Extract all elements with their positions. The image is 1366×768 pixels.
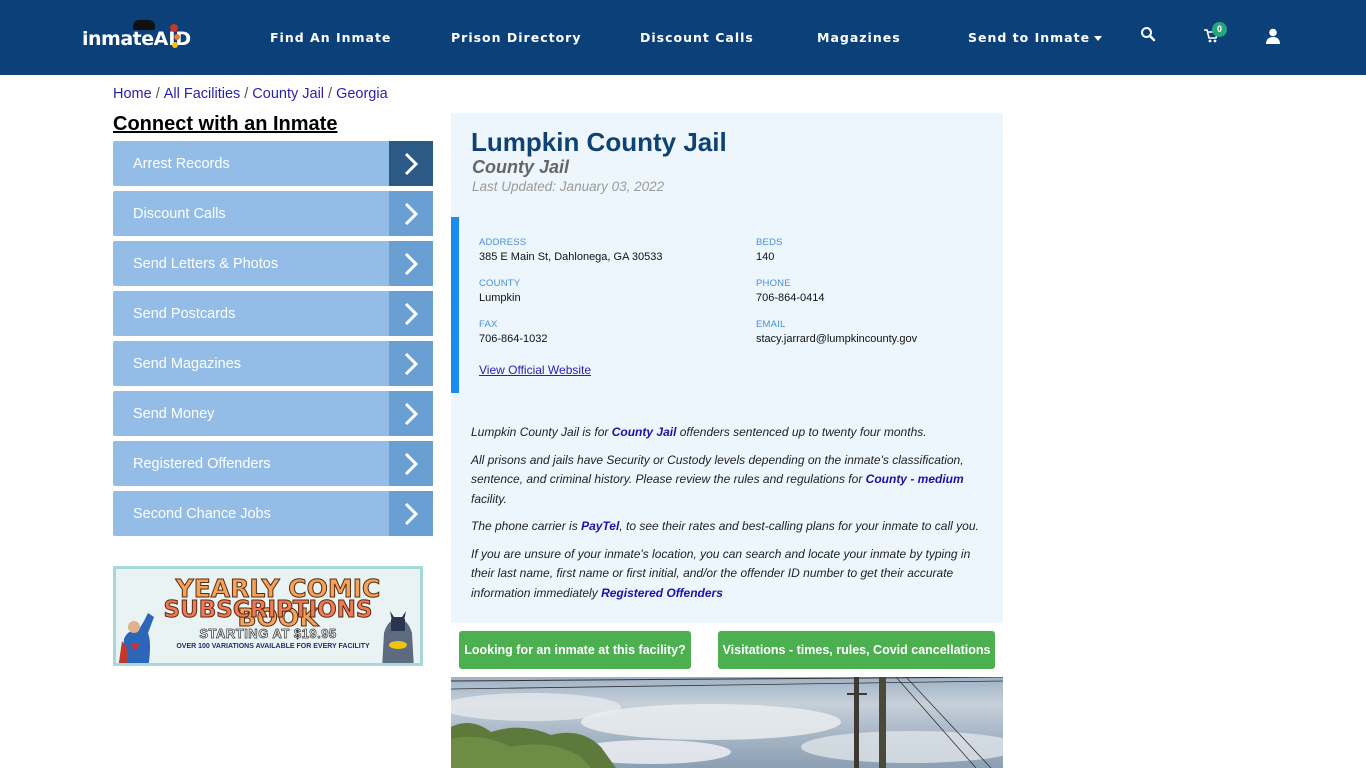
fax-field: FAX 706-864-1032 (479, 319, 548, 345)
description-text: Lumpkin County Jail is for (471, 425, 612, 439)
chevron-right-icon (389, 341, 433, 386)
description-paragraph: Lumpkin County Jail is for County Jail o… (471, 423, 986, 443)
breadcrumb-home[interactable]: Home (113, 86, 152, 102)
address-label: ADDRESS (479, 237, 527, 248)
address-value: 385 E Main St, Dahlonega, GA 30533 (479, 251, 663, 263)
nav-find-an-inmate[interactable]: Find An Inmate (270, 30, 391, 45)
facility-panel: Lumpkin County Jail County Jail Last Upd… (451, 113, 1003, 623)
breadcrumb-county-jail[interactable]: County Jail (252, 86, 324, 102)
user-icon[interactable] (1266, 28, 1286, 48)
description-text: facility. (471, 491, 507, 506)
chevron-right-icon (389, 441, 433, 486)
sidebar-item-label: Send Magazines (133, 355, 242, 372)
nav-send-to-inmate-label: Send to Inmate (968, 30, 1091, 45)
cart-count-badge: 0 (1212, 22, 1227, 37)
info-accent-bar (451, 217, 459, 393)
description-text: , to see their rates and best-calling pl… (619, 519, 979, 533)
chevron-right-icon (389, 291, 433, 336)
nav-send-to-inmate[interactable]: Send to Inmate (968, 30, 1103, 45)
security-level-link[interactable]: County - medium (866, 472, 964, 486)
last-updated: Last Updated: January 03, 2022 (472, 179, 665, 194)
sidebar-item-registered-offenders[interactable]: Registered Offenders (113, 441, 433, 486)
facility-type: County Jail (472, 157, 570, 177)
breadcrumb-georgia[interactable]: Georgia (336, 86, 388, 102)
sidebar-item-label: Send Postcards (133, 305, 236, 322)
ad-tagline: OVER 100 VARIATIONS AVAILABLE FOR EVERY … (176, 643, 370, 650)
leaf-icon (170, 24, 178, 32)
pilgrim-hat-icon (133, 20, 155, 30)
sidebar-item-send-money[interactable]: Send Money (113, 391, 433, 436)
phone-value: 706-864-0414 (756, 292, 825, 304)
breadcrumb-all-facilities[interactable]: All Facilities (164, 86, 241, 102)
chevron-right-icon (389, 491, 433, 536)
address-field: ADDRESS 385 E Main St, Dahlonega, GA 305… (479, 237, 662, 263)
description-paragraph: If you are unsure of your inmate's locat… (471, 545, 986, 604)
registered-offenders-link[interactable]: Registered Offenders (601, 586, 723, 600)
breadcrumb-separator: / (155, 86, 160, 102)
sidebar-item-send-postcards[interactable]: Send Postcards (113, 291, 433, 336)
site-logo[interactable]: inmate AID (82, 20, 191, 56)
description-text: The phone carrier is (471, 519, 582, 533)
sidebar-item-label: Send Letters & Photos (133, 255, 279, 272)
ad-price: STARTING AT $19.95 (199, 626, 337, 642)
facility-info: ADDRESS 385 E Main St, Dahlonega, GA 305… (451, 217, 1003, 393)
sidebar-item-label: Arrest Records (133, 155, 230, 172)
description-text: offenders sentenced up to twenty four mo… (676, 425, 927, 439)
fax-label: FAX (479, 319, 498, 330)
sidebar-item-send-magazines[interactable]: Send Magazines (113, 341, 433, 386)
sidebar-item-discount-calls[interactable]: Discount Calls (113, 191, 433, 236)
phone-carrier-link[interactable]: PayTel (581, 519, 619, 533)
beds-field: BEDS 140 (756, 237, 783, 263)
email-label: EMAIL (756, 319, 786, 330)
caret-down-icon (1094, 36, 1103, 41)
leaf-icon (174, 34, 180, 40)
phone-field: PHONE 706-864-0414 (756, 278, 825, 304)
sidebar-item-label: Send Money (133, 405, 215, 422)
description-paragraph: The phone carrier is PayTel, to see thei… (471, 517, 986, 537)
county-field: COUNTY Lumpkin (479, 278, 521, 304)
sidebar-title: Connect with an Inmate (113, 113, 338, 135)
logo-text: inmate (82, 28, 154, 50)
leaf-icon (172, 42, 178, 48)
facility-photo (451, 677, 1003, 768)
comic-subscription-ad[interactable]: YEARLY COMIC BOOK SUBSCRIPTIONS STARTING… (113, 566, 423, 666)
breadcrumb: Home / All Facilities / County Jail / Georgia (113, 86, 388, 102)
nav-prison-directory[interactable]: Prison Directory (451, 30, 581, 45)
facility-photo-image (451, 677, 1003, 768)
beds-value: 140 (756, 251, 775, 263)
sidebar-item-send-letters-photos[interactable]: Send Letters & Photos (113, 241, 433, 286)
phone-label: PHONE (756, 278, 791, 289)
sidebar-item-label: Registered Offenders (133, 455, 271, 472)
ad-headline-2: SUBSCRIPTIONS (163, 597, 373, 624)
fax-value: 706-864-1032 (479, 333, 548, 345)
facility-name: Lumpkin County Jail (471, 127, 727, 157)
sidebar-item-label: Discount Calls (133, 205, 226, 222)
description-paragraph: All prisons and jails have Security or C… (471, 451, 986, 510)
email-value: stacy.jarrard@lumpkincounty.gov (756, 333, 918, 345)
sidebar-item-second-chance-jobs[interactable]: Second Chance Jobs (113, 491, 433, 536)
chevron-right-icon (389, 141, 433, 186)
nav-magazines[interactable]: Magazines (817, 30, 901, 45)
search-icon[interactable] (1140, 26, 1160, 46)
county-value: Lumpkin (479, 292, 521, 304)
nav-discount-calls[interactable]: Discount Calls (640, 30, 754, 45)
email-field: EMAIL stacy.jarrard@lumpkincounty.gov (756, 319, 917, 345)
find-inmate-button[interactable]: Looking for an inmate at this facility? (459, 631, 691, 669)
chevron-right-icon (389, 391, 433, 436)
official-website-link[interactable]: View Official Website (479, 363, 591, 377)
chevron-right-icon (389, 191, 433, 236)
county-jail-link[interactable]: County Jail (612, 425, 677, 439)
site-header: inmate AID Find An Inmate Prison Director… (0, 0, 1366, 75)
sidebar-menu: Arrest Records Discount Calls Send Lette… (113, 141, 433, 541)
sidebar-item-label: Second Chance Jobs (133, 505, 271, 522)
beds-label: BEDS (756, 237, 783, 248)
facility-description: Lumpkin County Jail is for County Jail o… (471, 423, 986, 611)
visitations-button[interactable]: Visitations - times, rules, Covid cancel… (718, 631, 995, 669)
county-label: COUNTY (479, 278, 521, 289)
breadcrumb-separator: / (244, 86, 249, 102)
sidebar-item-arrest-records[interactable]: Arrest Records (113, 141, 433, 186)
chevron-right-icon (389, 241, 433, 286)
breadcrumb-separator: / (328, 86, 333, 102)
